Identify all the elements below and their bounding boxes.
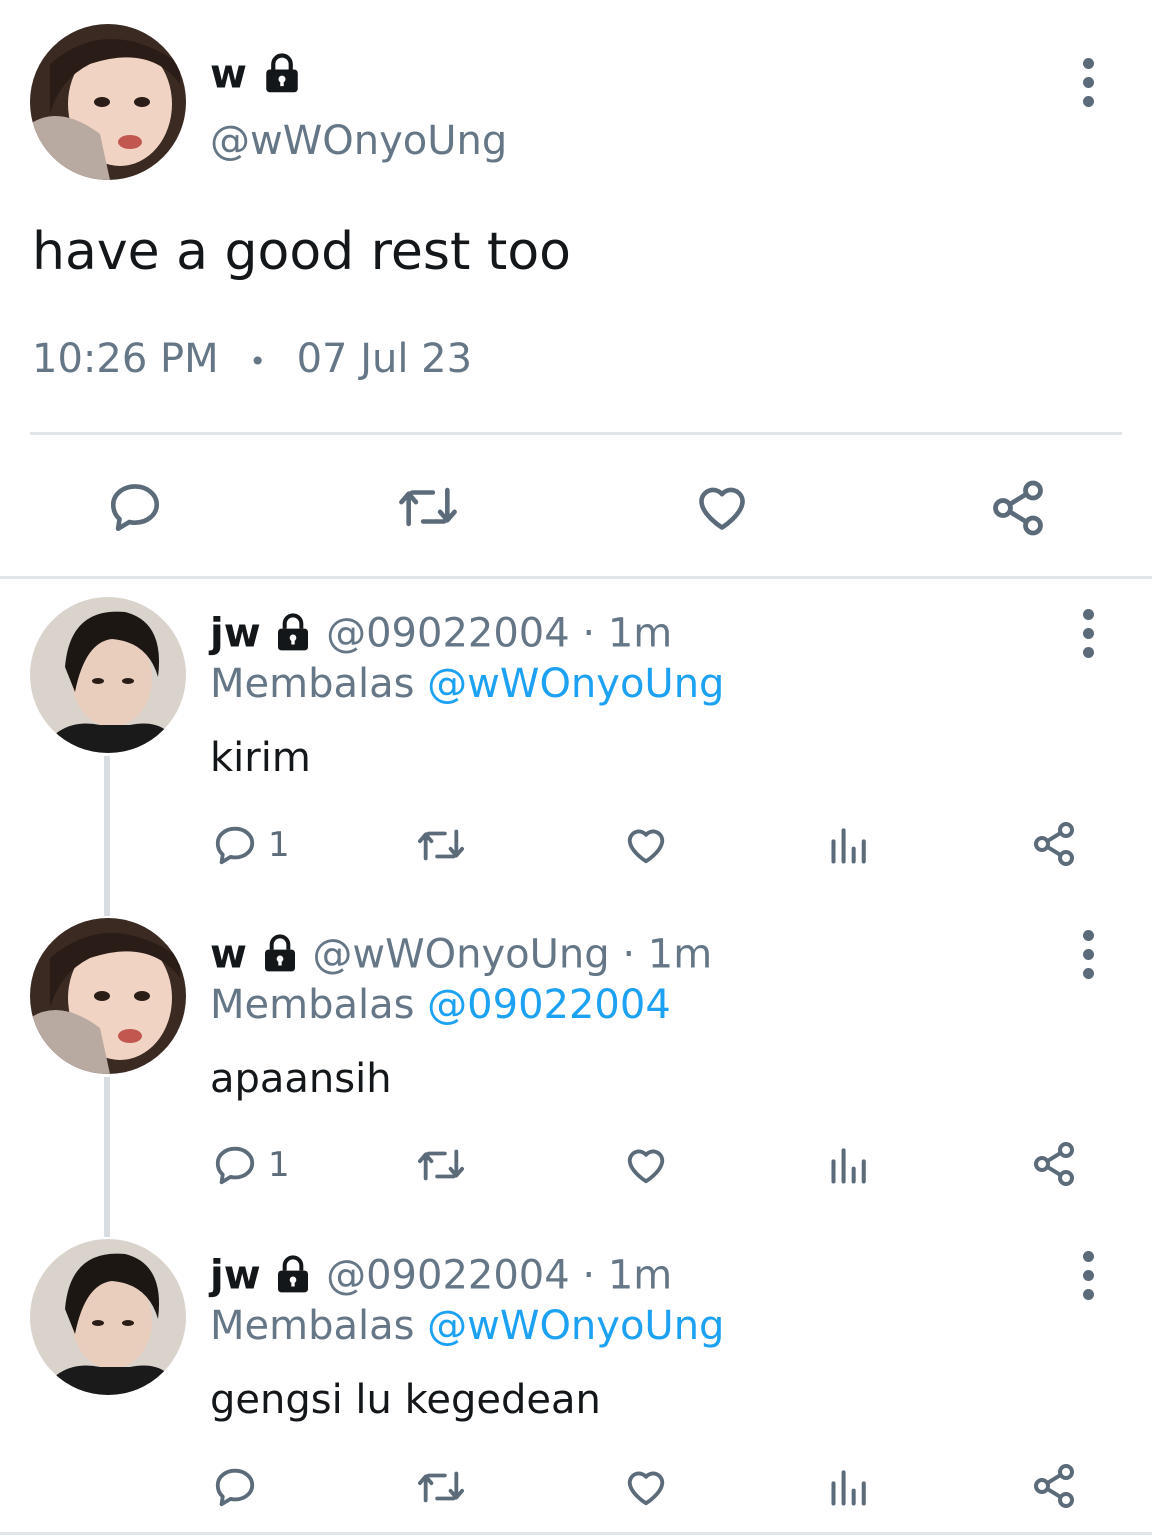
heart-icon — [627, 829, 665, 864]
replying-to: Membalas @09022004 — [210, 985, 671, 1025]
avatar-reply-2[interactable] — [30, 918, 186, 1074]
like-button[interactable] — [622, 1142, 670, 1188]
thread-line — [104, 756, 110, 916]
share-icon — [993, 480, 1043, 536]
heart-icon — [699, 487, 745, 530]
timestamp-separator: • — [249, 344, 266, 378]
more-vertical-icon[interactable] — [1083, 58, 1095, 115]
share-button[interactable] — [1030, 1462, 1078, 1510]
display-name-text: w — [210, 51, 247, 98]
like-button[interactable] — [622, 822, 670, 868]
more-vertical-icon[interactable] — [1083, 930, 1095, 987]
divider — [30, 432, 1122, 435]
retweet-icon — [417, 1149, 464, 1181]
reply-text: apaansih — [210, 1056, 392, 1102]
reply-count: 1 — [268, 825, 290, 865]
share-button[interactable] — [988, 478, 1048, 538]
divider — [0, 576, 1152, 579]
avatar-reply-1[interactable] — [30, 597, 186, 753]
reply-button[interactable] — [106, 478, 164, 536]
replying-label: Membalas — [210, 661, 415, 707]
replying-to: Membalas @wWOnyoUng — [210, 1306, 724, 1346]
lock-icon — [260, 933, 300, 980]
replying-to-link[interactable]: @09022004 — [427, 982, 671, 1028]
avatar-reply-3[interactable] — [30, 1239, 186, 1395]
reply-2-header: w @wWOnyoUng · 1m — [210, 933, 712, 980]
reply-handle[interactable]: @09022004 — [326, 1253, 570, 1299]
share-icon — [1034, 822, 1074, 866]
reply-time: · 1m — [582, 610, 673, 657]
reply-handle[interactable]: @wWOnyoUng — [312, 932, 609, 978]
reply-icon — [215, 1468, 255, 1507]
replying-to: Membalas @wWOnyoUng — [210, 664, 724, 704]
avatar-main[interactable] — [30, 24, 186, 180]
more-vertical-icon[interactable] — [1083, 609, 1095, 666]
replying-label: Membalas — [210, 1303, 415, 1349]
reply-icon — [215, 826, 255, 865]
like-button[interactable] — [622, 1464, 670, 1510]
display-name-text[interactable]: w — [210, 932, 247, 978]
share-icon — [1034, 1142, 1074, 1186]
reply-icon — [215, 1146, 255, 1185]
retweet-icon — [417, 829, 464, 861]
reply-time: · 1m — [622, 931, 713, 978]
retweet-icon — [417, 1471, 464, 1503]
avatar-image — [30, 918, 186, 1074]
more-vertical-icon[interactable] — [1083, 1251, 1095, 1308]
tweet-date: 07 Jul 23 — [296, 336, 473, 382]
heart-icon — [627, 1149, 665, 1184]
reply-button[interactable] — [212, 1464, 268, 1510]
main-display-name: w — [210, 52, 303, 101]
display-name-text[interactable]: jw — [210, 611, 261, 657]
retweet-button[interactable] — [395, 478, 461, 536]
replying-to-link[interactable]: @wWOnyoUng — [427, 661, 724, 707]
analytics-icon — [831, 1470, 866, 1506]
replying-to-link[interactable]: @wWOnyoUng — [427, 1303, 724, 1349]
display-name-text[interactable]: jw — [210, 1253, 261, 1299]
reply-handle[interactable]: @09022004 — [326, 611, 570, 657]
replying-label: Membalas — [210, 982, 415, 1028]
reply-button[interactable]: 1 — [212, 1142, 290, 1188]
tweet-timestamp: 10:26 PM • 07 Jul 23 — [32, 336, 472, 382]
share-icon — [1034, 1464, 1074, 1508]
reply-count: 1 — [268, 1145, 290, 1185]
lock-icon — [273, 1254, 313, 1301]
retweet-button[interactable] — [414, 1142, 468, 1188]
reply-button[interactable]: 1 — [212, 822, 290, 868]
reply-3-header: jw @09022004 · 1m — [210, 1254, 672, 1301]
divider — [0, 1532, 1152, 1535]
tweet-time: 10:26 PM — [32, 336, 219, 382]
reply-text: kirim — [210, 735, 311, 781]
avatar-image — [30, 24, 186, 180]
like-button[interactable] — [692, 478, 752, 536]
retweet-button[interactable] — [414, 822, 468, 868]
lock-icon — [273, 612, 313, 659]
analytics-button[interactable] — [828, 1142, 872, 1188]
reply-1-header: jw @09022004 · 1m — [210, 612, 672, 659]
retweet-button[interactable] — [414, 1464, 468, 1510]
avatar-image — [30, 597, 186, 753]
avatar-image — [30, 1239, 186, 1395]
reply-icon — [110, 484, 160, 532]
retweet-icon — [399, 487, 457, 527]
analytics-icon — [831, 1148, 866, 1184]
reply-text: gengsi lu kegedean — [210, 1377, 601, 1423]
reply-time: · 1m — [582, 1252, 673, 1299]
tweet-text: have a good rest too — [32, 222, 571, 282]
thread-line — [104, 1077, 110, 1237]
analytics-button[interactable] — [828, 822, 872, 868]
analytics-icon — [831, 828, 866, 864]
analytics-button[interactable] — [828, 1464, 872, 1510]
main-handle[interactable]: @wWOnyoUng — [210, 118, 507, 164]
share-button[interactable] — [1030, 1140, 1078, 1188]
share-button[interactable] — [1030, 820, 1078, 868]
lock-icon — [261, 52, 303, 101]
heart-icon — [627, 1471, 665, 1506]
